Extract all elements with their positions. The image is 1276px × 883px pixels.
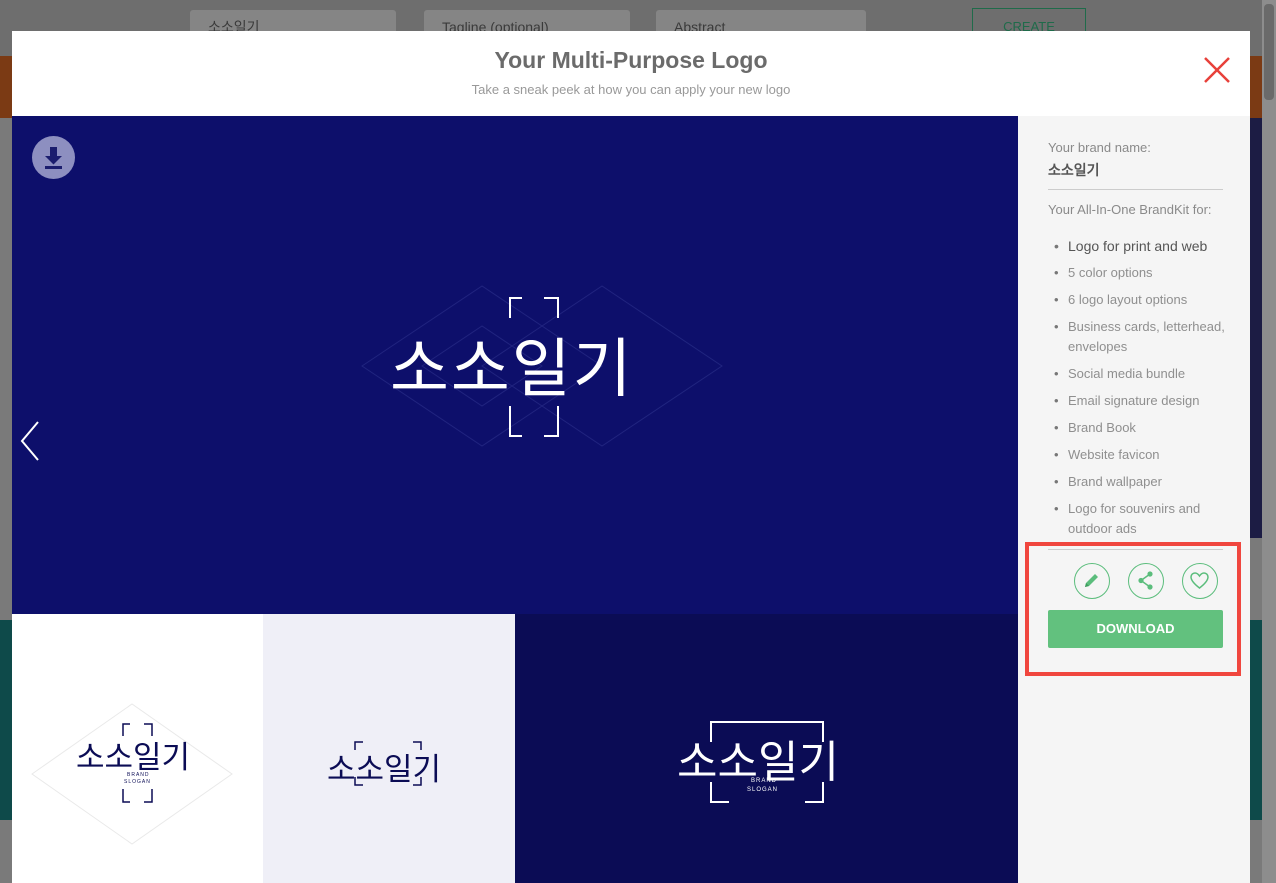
feature-item: Brand wallpaper: [1048, 472, 1228, 492]
logo-text: 소소일기: [76, 740, 191, 776]
main-logo-preview: 소소일기: [12, 116, 1018, 614]
feature-item: Brand Book: [1048, 418, 1228, 438]
feature-item: Business cards, letterhead, envelopes: [1048, 317, 1228, 357]
scrollbar-thumb[interactable]: [1264, 4, 1274, 100]
feature-item: Logo for print and web: [1048, 236, 1228, 256]
page-scrollbar[interactable]: [1262, 0, 1276, 883]
background-panel-left: [0, 620, 12, 820]
close-button[interactable]: [1200, 53, 1234, 87]
feature-item: 6 logo layout options: [1048, 290, 1228, 310]
close-icon: [1204, 57, 1230, 83]
divider: [1048, 189, 1223, 190]
modal-header: Your Multi-Purpose Logo Take a sneak pee…: [12, 31, 1250, 116]
layout-thumbnail-navy[interactable]: 소소일기 BRAND SLOGAN: [515, 614, 1018, 883]
feature-item: Social media bundle: [1048, 364, 1228, 384]
logo-slogan-top: BRAND: [127, 772, 150, 778]
modal-title: Your Multi-Purpose Logo: [494, 47, 768, 73]
layout-thumbnail-light[interactable]: 소소일기: [263, 614, 515, 883]
feature-list: Logo for print and web 5 color options 6…: [1048, 236, 1228, 546]
feature-item: Website favicon: [1048, 445, 1228, 465]
feature-item: Logo for souvenirs and outdoor ads: [1048, 499, 1228, 539]
highlight-annotation: [1025, 542, 1241, 676]
chevron-left-icon: [20, 421, 39, 461]
brandkit-sidebar: Your brand name: 소소일기 Your All-In-One Br…: [1018, 116, 1250, 883]
brand-name-label: Your brand name:: [1048, 140, 1151, 155]
prev-arrow[interactable]: [18, 416, 48, 466]
brandkit-label: Your All-In-One BrandKit for:: [1048, 202, 1212, 217]
logo-text: 소소일기: [390, 333, 634, 407]
logo-text: 소소일기: [327, 752, 442, 788]
logo-slogan-top: BRAND: [751, 778, 778, 784]
logo-slogan-bottom: SLOGAN: [124, 779, 151, 785]
modal-subtitle: Take a sneak peek at how you can apply y…: [471, 82, 791, 97]
logo-preview-modal: Your Multi-Purpose Logo Take a sneak pee…: [12, 31, 1250, 883]
brand-name-value: 소소일기: [1048, 162, 1100, 178]
logo-slogan-bottom: SLOGAN: [747, 787, 779, 793]
feature-item: 5 color options: [1048, 263, 1228, 283]
feature-item: Email signature design: [1048, 391, 1228, 411]
layout-thumbnail-white[interactable]: 소소일기 BRAND SLOGAN: [12, 614, 263, 883]
